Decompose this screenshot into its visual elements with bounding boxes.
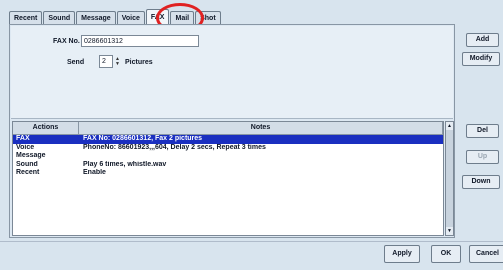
row-note: Play 6 times, whistle.wav	[83, 160, 167, 168]
cancel-button[interactable]: Cancel	[469, 245, 503, 263]
table-row[interactable]: Recent Enable	[13, 169, 443, 178]
actions-table: Actions Notes FAX FAX No: 0286601312, Fa…	[12, 121, 444, 236]
table-row[interactable]: Sound Play 6 times, whistle.wav	[13, 161, 443, 170]
table-header: Actions Notes	[13, 122, 443, 135]
fax-number-input[interactable]: 0286601312	[81, 35, 199, 47]
row-action: Voice	[16, 143, 35, 151]
fax-number-label: FAX No.	[53, 38, 80, 45]
table-scrollbar[interactable]: ▲ ▼	[445, 121, 454, 236]
move-down-button[interactable]: Down	[462, 175, 500, 189]
table-row[interactable]: Voice PhoneNo: 86601923,,,604, Delay 2 s…	[13, 144, 443, 153]
tab-sound[interactable]: Sound	[43, 11, 76, 24]
table-row[interactable]: FAX FAX No: 0286601312, Fax 2 pictures	[13, 135, 443, 144]
pictures-count-spinner[interactable]: 2 ▲ ▼	[99, 55, 123, 68]
pictures-label: Pictures	[125, 59, 153, 66]
spin-arrows-icon[interactable]: ▲ ▼	[113, 55, 122, 68]
row-note: PhoneNo: 86601923,,,604, Delay 2 secs, R…	[83, 143, 266, 151]
row-note: Enable	[83, 169, 106, 176]
scroll-up-arrow-icon[interactable]: ▲	[446, 122, 453, 130]
row-note: FAX No: 0286601312, Fax 2 pictures	[83, 135, 203, 142]
modify-button[interactable]: Modify	[462, 52, 500, 66]
send-label: Send	[67, 59, 85, 66]
delete-button[interactable]: Del	[466, 124, 499, 138]
row-action: Recent	[16, 169, 40, 176]
fax-settings-dialog: Recent Sound Message Voice FAX Mail Shot…	[0, 0, 503, 270]
row-note	[79, 152, 443, 161]
tab-recent[interactable]: Recent	[9, 11, 43, 24]
scroll-down-arrow-icon[interactable]: ▼	[446, 227, 453, 235]
table-row[interactable]: Message	[13, 152, 443, 161]
tab-voice[interactable]: Voice	[116, 11, 145, 24]
move-up-button[interactable]: Up	[466, 150, 499, 164]
row-action: Sound	[16, 160, 38, 168]
fax-form-area: FAX No. 0286601312 Send 2 ▲ ▼ Pictures	[11, 26, 453, 119]
dialog-footer	[0, 241, 503, 270]
ok-button[interactable]: OK	[431, 245, 461, 263]
add-button[interactable]: Add	[466, 33, 499, 47]
column-header-notes[interactable]: Notes	[79, 122, 443, 134]
fax-panel: FAX No. 0286601312 Send 2 ▲ ▼ Pictures Ac…	[9, 24, 455, 238]
pictures-count-value[interactable]: 2	[99, 55, 113, 68]
column-header-actions[interactable]: Actions	[13, 122, 79, 134]
row-action: Message	[16, 152, 46, 159]
apply-button[interactable]: Apply	[384, 245, 420, 263]
tab-message[interactable]: Message	[76, 11, 116, 24]
row-action: FAX	[16, 135, 30, 142]
